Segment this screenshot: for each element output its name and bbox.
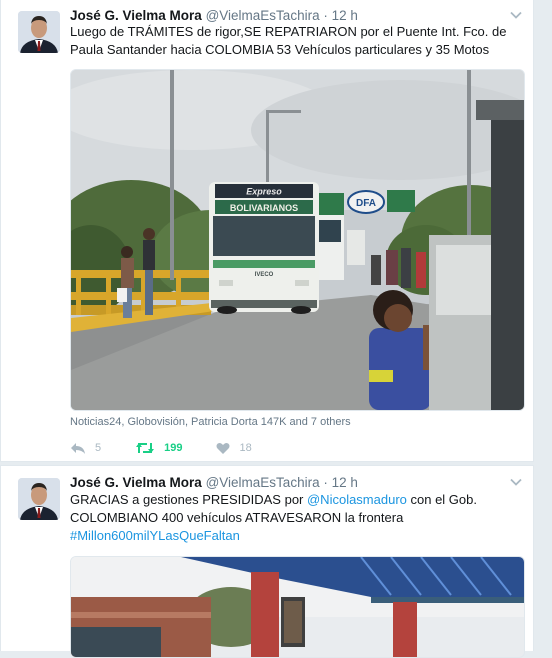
reply-count: 5 (95, 442, 102, 454)
bus-sign-main: BOLIVARIANOS (230, 203, 298, 213)
tweet-text: Luego de TRÁMITES de rigor,SE REPATRIARO… (70, 24, 507, 57)
avatar[interactable] (18, 478, 60, 520)
reply-button[interactable]: 5 (70, 441, 101, 455)
reply-icon (71, 443, 85, 454)
header-separator: · (323, 475, 328, 490)
tweet[interactable]: José G. Vielma Mora @VielmaEsTachira · 1… (0, 465, 534, 658)
tweet-text: GRACIAS a gestiones PRESIDIDAS por @Nico… (70, 491, 520, 545)
hashtag-link[interactable]: #Millon600milYLasQueFaltan (70, 528, 240, 543)
road-sign-text: DFA (356, 198, 376, 209)
tweet-header: José G. Vielma Mora @VielmaEsTachira · 1… (70, 474, 358, 492)
author-name[interactable]: José G. Vielma Mora (70, 8, 202, 23)
tweet-timestamp[interactable]: 12 h (332, 475, 358, 490)
tweet-actions: 5 199 18 (70, 438, 286, 458)
like-button[interactable]: 18 (216, 442, 252, 455)
retweet-count: 199 (164, 442, 183, 454)
tweet-photo[interactable]: DFA Expreso BOLIVARIANOS IVECO (70, 69, 525, 411)
retweet-button[interactable]: 199 (135, 441, 182, 455)
tweet-text-part: GRACIAS a gestiones PRESIDIDAS por (70, 492, 307, 507)
header-separator: · (323, 8, 328, 23)
tweet[interactable]: José G. Vielma Mora @VielmaEsTachira · 1… (0, 0, 534, 462)
timeline: José G. Vielma Mora @VielmaEsTachira · 1… (0, 0, 552, 658)
mention-link[interactable]: @Nicolasmaduro (307, 492, 407, 507)
avatar[interactable] (18, 11, 60, 53)
author-handle[interactable]: @VielmaEsTachira (206, 8, 320, 23)
tweet-timestamp[interactable]: 12 h (332, 8, 358, 23)
tweet-photo[interactable] (70, 556, 525, 658)
bus-sign-top: Expreso (246, 187, 282, 197)
retweet-icon (136, 443, 155, 453)
chevron-down-icon[interactable] (509, 475, 523, 489)
like-count: 18 (239, 442, 252, 454)
retweet-attribution[interactable]: Noticias24, Globovisión, Patricia Dorta … (70, 416, 351, 428)
author-name[interactable]: José G. Vielma Mora (70, 475, 202, 490)
bus-brand: IVECO (255, 272, 274, 278)
heart-icon (216, 442, 230, 454)
chevron-down-icon[interactable] (509, 8, 523, 22)
author-handle[interactable]: @VielmaEsTachira (206, 475, 320, 490)
